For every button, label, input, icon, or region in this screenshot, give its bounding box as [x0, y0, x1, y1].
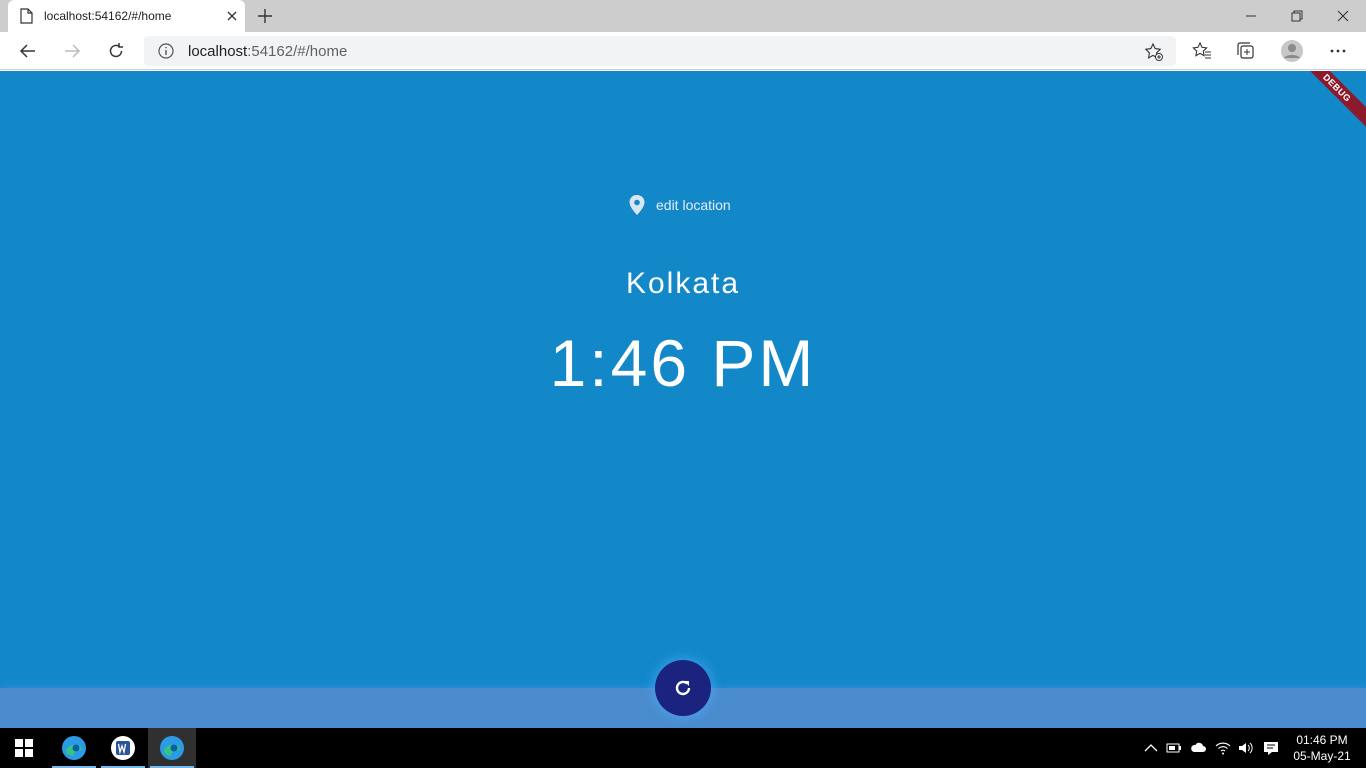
back-arrow-icon	[19, 44, 35, 58]
collections-icon	[1237, 42, 1254, 59]
refresh-icon	[109, 43, 123, 58]
restore-button[interactable]	[1274, 0, 1320, 32]
close-tab-icon[interactable]	[224, 8, 240, 24]
favorites-icon	[1192, 41, 1211, 59]
taskbar-edge-active[interactable]	[148, 728, 196, 768]
new-tab-icon[interactable]	[255, 6, 275, 26]
battery-icon[interactable]	[1166, 740, 1182, 756]
tab-title: localhost:54162/#/home	[44, 9, 172, 23]
notifications-icon[interactable]	[1263, 740, 1279, 756]
favorites-button[interactable]	[1191, 40, 1213, 62]
restore-icon	[1291, 10, 1303, 22]
show-hidden-icons-icon[interactable]	[1143, 740, 1159, 756]
page-icon	[20, 8, 33, 24]
back-button[interactable]	[17, 40, 39, 62]
debug-banner: DEBUG	[1293, 71, 1366, 132]
refresh-fab[interactable]	[655, 660, 711, 716]
taskbar-clock[interactable]: 01:46 PM 05-May-21	[1290, 732, 1354, 764]
taskbar-word[interactable]	[99, 728, 147, 768]
profile-button[interactable]	[1280, 39, 1304, 63]
city-name: Kolkata	[625, 267, 741, 300]
onedrive-icon[interactable]	[1190, 740, 1206, 756]
current-time: 1:46 PM	[549, 326, 817, 400]
volume-icon[interactable]	[1238, 740, 1254, 756]
settings-menu-button[interactable]	[1327, 40, 1349, 62]
address-bar[interactable]: localhost:54162/#/home	[144, 36, 1176, 66]
clock-date: 05-May-21	[1293, 749, 1351, 763]
word-icon	[111, 736, 135, 760]
close-window-button[interactable]	[1320, 0, 1366, 32]
windows-logo-icon	[15, 739, 33, 757]
refresh-button[interactable]	[105, 40, 127, 62]
clock-time: 01:46 PM	[1296, 733, 1348, 747]
windows-taskbar: 01:46 PM 05-May-21	[0, 728, 1366, 768]
edit-location-button[interactable]: edit location	[628, 194, 731, 216]
forward-button[interactable]	[61, 40, 83, 62]
edit-location-label: edit location	[656, 197, 731, 213]
browser-tab-strip: localhost:54162/#/home	[0, 0, 1366, 32]
browser-toolbar: localhost:54162/#/home	[0, 32, 1366, 70]
location-pin-icon	[629, 195, 645, 215]
app-screen: DEBUG edit location Kolkata 1:46 PM	[0, 71, 1366, 728]
forward-arrow-icon	[65, 44, 81, 58]
info-icon[interactable]	[158, 43, 174, 59]
start-button[interactable]	[0, 728, 48, 768]
more-icon	[1330, 49, 1346, 53]
minimize-button[interactable]	[1228, 0, 1274, 32]
collections-button[interactable]	[1235, 40, 1257, 62]
browser-tab[interactable]: localhost:54162/#/home	[8, 0, 245, 32]
avatar-icon	[1281, 40, 1303, 62]
minimize-icon	[1246, 15, 1256, 17]
url-text[interactable]: localhost:54162/#/home	[188, 43, 347, 60]
add-favorite-icon[interactable]	[1144, 42, 1164, 62]
refresh-icon	[675, 680, 691, 696]
edge-icon	[160, 736, 184, 760]
taskbar-edge[interactable]	[50, 728, 98, 768]
close-icon	[1337, 10, 1349, 22]
edge-icon	[62, 736, 86, 760]
wifi-icon[interactable]	[1215, 740, 1231, 756]
